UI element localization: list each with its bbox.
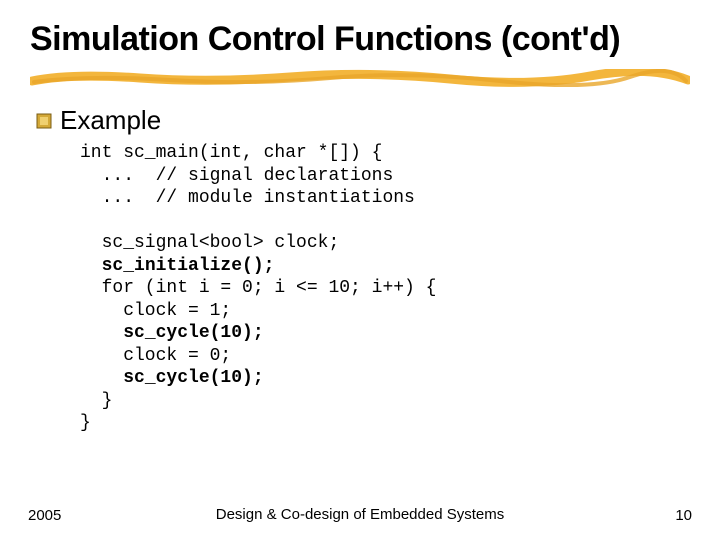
- code-line: int sc_main(int, char *[]) {: [80, 143, 382, 163]
- code-line: clock = 0;: [80, 346, 231, 366]
- code-line: }: [80, 391, 112, 411]
- code-line: }: [80, 413, 91, 433]
- slide: Simulation Control Functions (cont'd) Ex…: [0, 0, 720, 540]
- code-line: clock = 1;: [80, 301, 231, 321]
- code-line: for (int i = 0; i <= 10; i++) {: [80, 278, 436, 298]
- code-line: ... // signal declarations: [80, 166, 393, 186]
- bullet-square-icon: [36, 113, 52, 129]
- slide-footer: 2005 Design & Co-design of Embedded Syst…: [0, 507, 720, 524]
- code-line: [80, 368, 123, 388]
- bullet-example: Example: [36, 105, 690, 136]
- code-block: int sc_main(int, char *[]) { ... // sign…: [80, 142, 690, 435]
- footer-title: Design & Co-design of Embedded Systems: [200, 506, 520, 524]
- code-emph: sc_cycle(10);: [123, 368, 263, 388]
- code-line: sc_signal<bool> clock;: [80, 233, 339, 253]
- footer-year: 2005: [28, 507, 61, 524]
- code-line: ... // module instantiations: [80, 188, 415, 208]
- bullet-label: Example: [60, 105, 161, 136]
- title-underline: [30, 69, 690, 87]
- code-line: [80, 323, 123, 343]
- slide-number: 10: [675, 507, 692, 524]
- code-emph: sc_cycle(10);: [123, 323, 263, 343]
- slide-title: Simulation Control Functions (cont'd): [30, 20, 690, 59]
- code-emph: sc_initialize();: [102, 256, 275, 276]
- code-line: [80, 256, 102, 276]
